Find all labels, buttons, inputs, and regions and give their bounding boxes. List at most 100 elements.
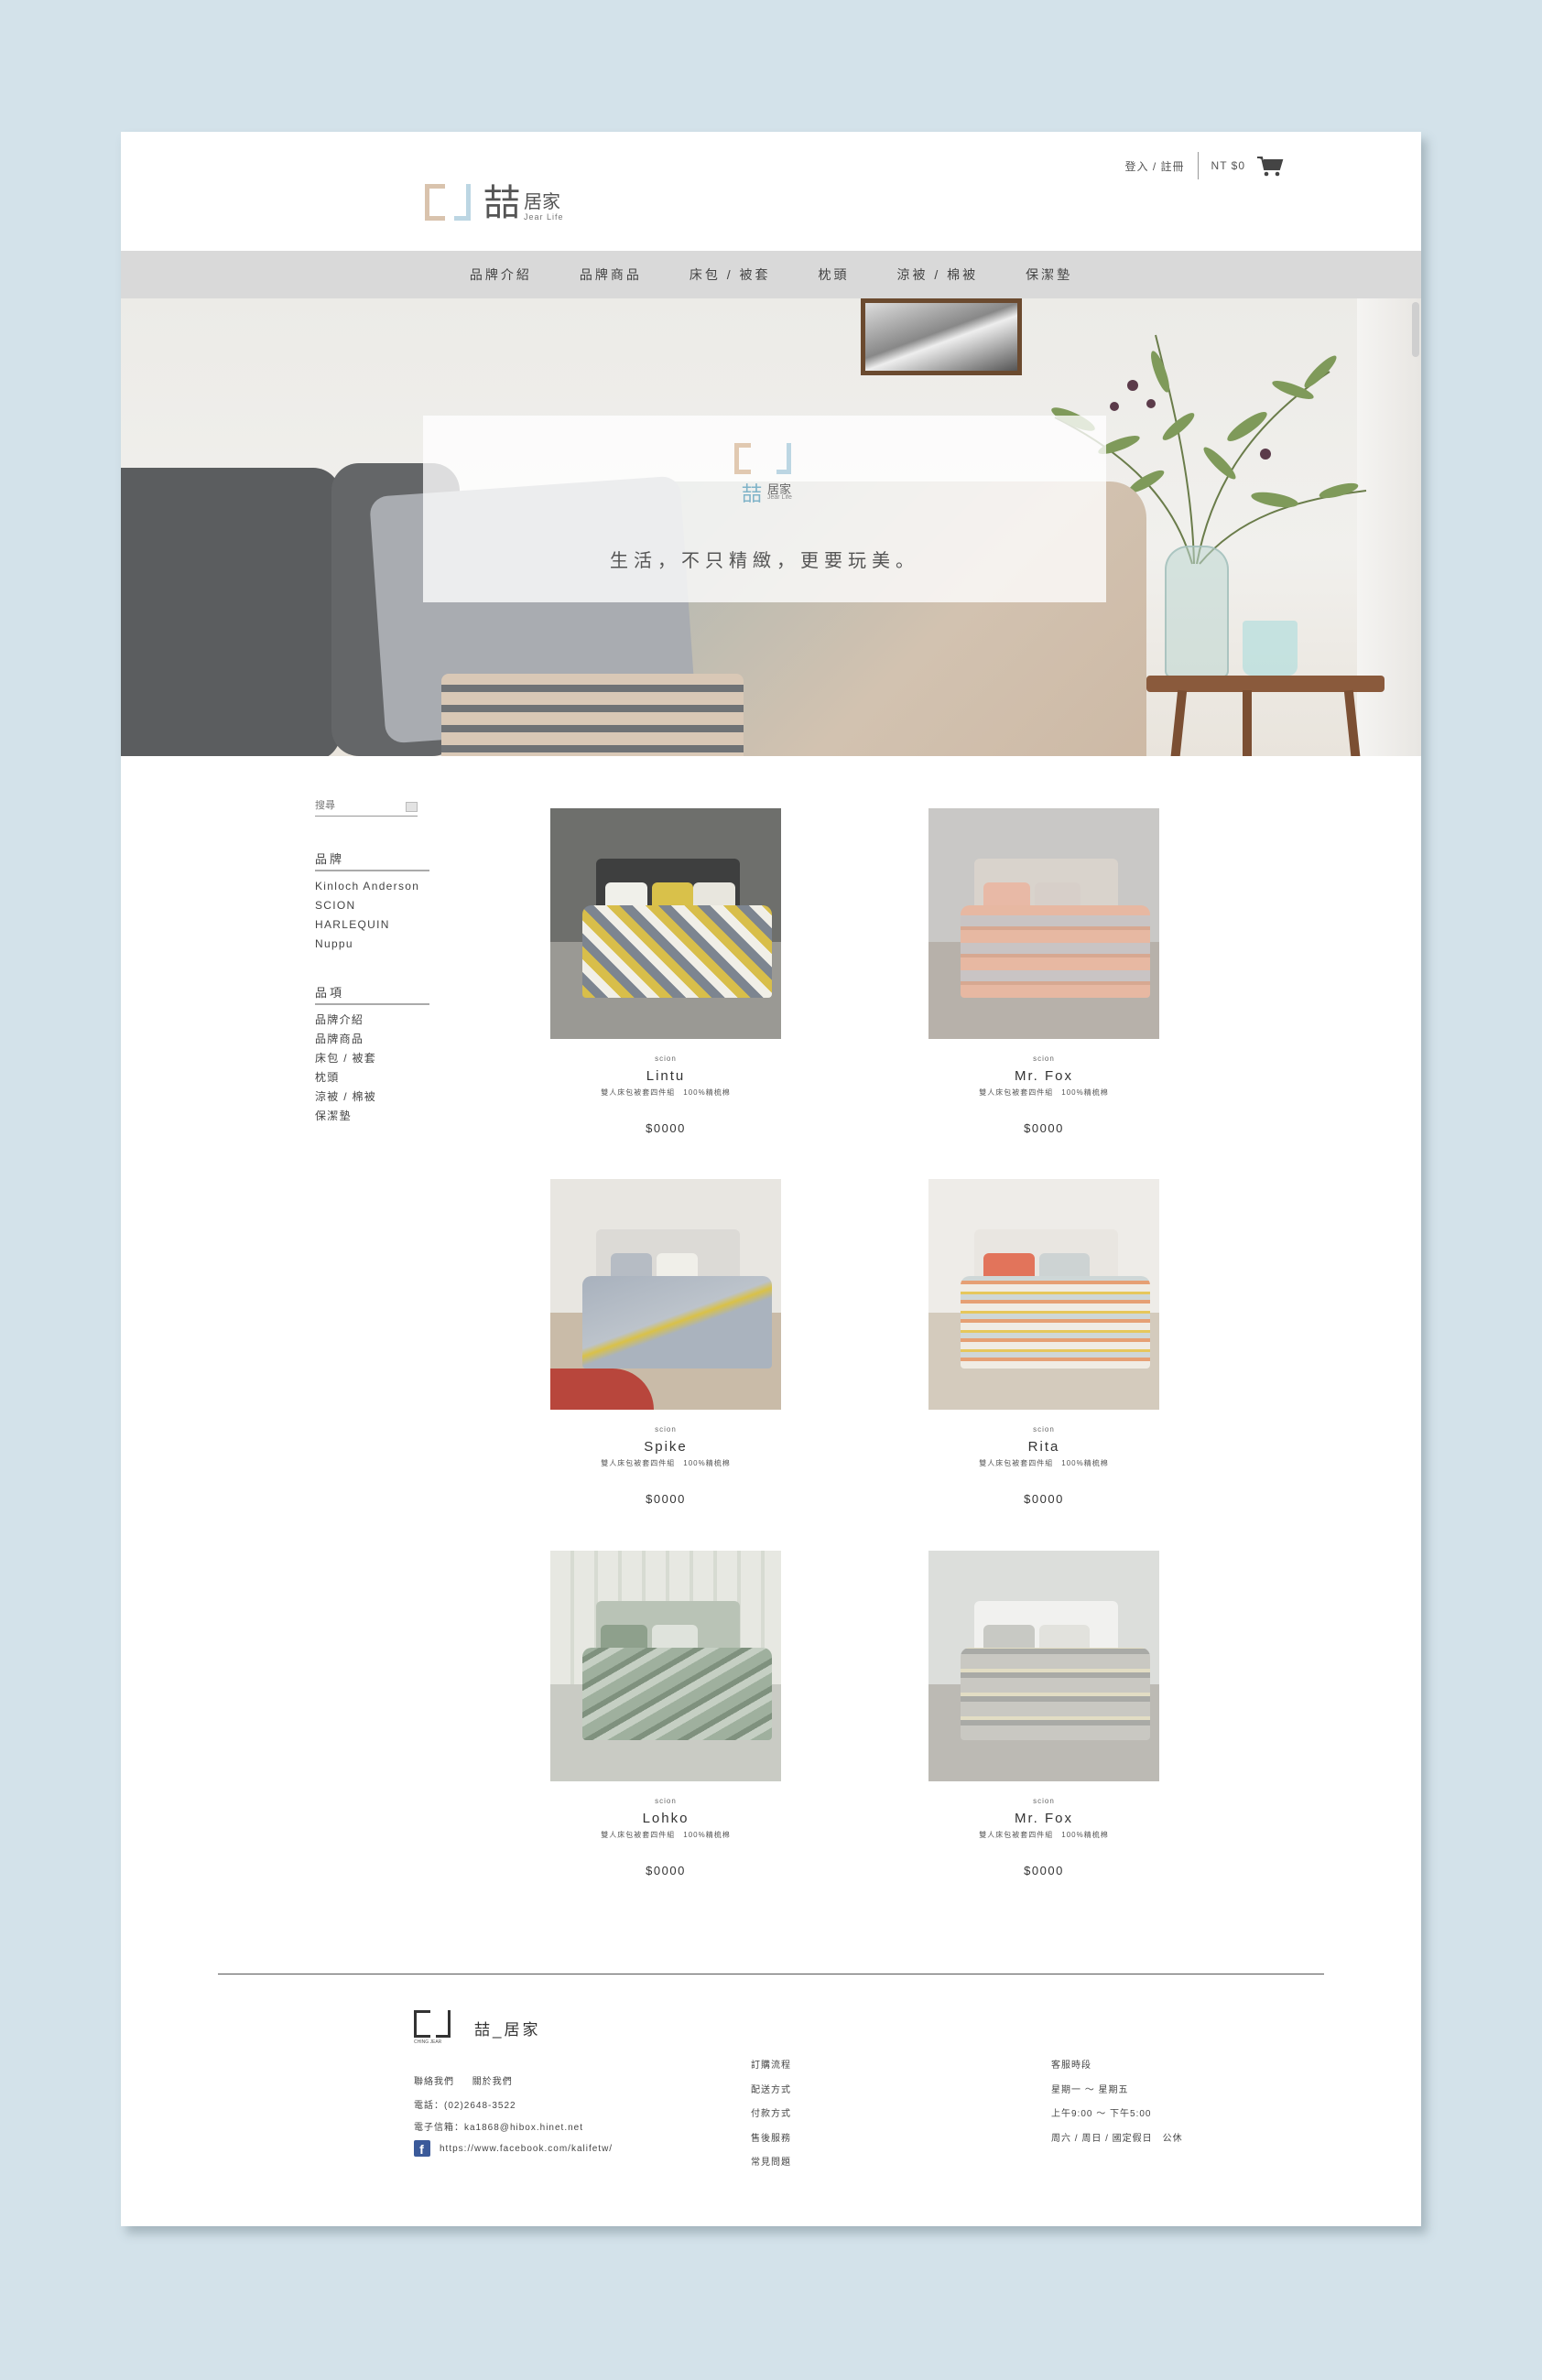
hero-overlay-box: 喆 居家 Jear Life 生活，不只精緻，更要玩美。: [423, 416, 1106, 602]
site-logo[interactable]: 喆 居家 Jear Life: [425, 182, 564, 224]
product-name[interactable]: Lohko: [550, 1811, 781, 1826]
nav-item-pillows[interactable]: 枕頭: [819, 265, 850, 284]
footer-facebook[interactable]: f https://www.facebook.com/kalifetw/: [414, 2140, 613, 2157]
logo-main-text: 喆: [483, 182, 520, 224]
footer-logo-mark-icon: CHING JEAR: [414, 2010, 454, 2045]
product-name[interactable]: Lintu: [550, 1068, 781, 1084]
product-description: 雙人床包被套四件組 100%精梳棉: [601, 1459, 731, 1467]
product-description: 雙人床包被套四件組 100%精梳棉: [601, 1088, 731, 1097]
hero-logo: 喆 居家 Jear Life: [734, 443, 808, 507]
sidebar: 品牌 Kinloch Anderson SCION HARLEQUIN Nupp…: [315, 798, 429, 1126]
footer-facebook-url[interactable]: https://www.facebook.com/kalifetw/: [440, 2144, 613, 2154]
brand-list: Kinloch Anderson SCION HARLEQUIN Nuppu: [315, 877, 429, 954]
footer-contact: 聯絡我們 關於我們 電話：(02)2648-3522 電子信箱：ka1868@h…: [414, 2071, 613, 2157]
footer-link-order-process[interactable]: 訂購流程: [751, 2054, 791, 2079]
product-image[interactable]: [550, 808, 781, 1039]
product-brand: scion: [1033, 1797, 1055, 1805]
product-brand: scion: [655, 1055, 677, 1063]
footer-link-after-sales[interactable]: 售後服務: [751, 2127, 791, 2152]
sidebar-item-brand-products[interactable]: 品牌商品: [315, 1030, 429, 1049]
product-description: 雙人床包被套四件組 100%精梳棉: [979, 1459, 1109, 1467]
product-image[interactable]: [928, 808, 1159, 1039]
sidebar-item-bedding[interactable]: 床包 / 被套: [315, 1049, 429, 1068]
page-container: 喆 居家 Jear Life 登入 / 註冊 NT $0 品牌介紹 品牌商品 床…: [121, 132, 1421, 2226]
footer-link-contact[interactable]: 聯絡我們: [414, 2077, 454, 2087]
hero-folded-blankets: [441, 674, 744, 756]
product-card[interactable]: scion Mr. Fox 雙人床包被套四件組 100%精梳棉 $0000: [928, 808, 1159, 1135]
footer-logo[interactable]: CHING JEAR 喆_居家: [414, 2010, 540, 2045]
product-brand: scion: [1033, 1055, 1055, 1063]
logo-mark-icon: [425, 182, 472, 224]
product-price: $0000: [646, 1864, 686, 1877]
hero-slogan: 生活，不只精緻，更要玩美。: [610, 551, 919, 571]
product-brand: scion: [1033, 1425, 1055, 1433]
product-card[interactable]: scion Lintu 雙人床包被套四件組 100%精梳棉 $0000: [550, 808, 781, 1135]
product-price: $0000: [1024, 1492, 1064, 1506]
sidebar-item-brand-intro[interactable]: 品牌介紹: [315, 1011, 429, 1030]
main-nav: 品牌介紹 品牌商品 床包 / 被套 枕頭 涼被 / 棉被 保潔墊: [121, 251, 1421, 298]
footer-phone: 電話：(02)2648-3522: [414, 2101, 516, 2111]
search-icon[interactable]: [406, 802, 418, 812]
footer-brand: 喆_居家: [474, 2020, 541, 2039]
product-image[interactable]: [928, 1179, 1159, 1410]
product-card[interactable]: scion Lohko 雙人床包被套四件組 100%精梳棉 $0000: [550, 1551, 781, 1877]
product-description: 雙人床包被套四件組 100%精梳棉: [979, 1088, 1109, 1097]
footer-hours-closed: 周六 / 周日 / 國定假日 公休: [1051, 2133, 1183, 2144]
header-divider: [1197, 152, 1199, 179]
sidebar-item-mattress-pad[interactable]: 保潔墊: [315, 1107, 429, 1126]
product-description: 雙人床包被套四件組 100%精梳棉: [601, 1831, 731, 1839]
cart-total: NT $0: [1211, 159, 1245, 172]
cart-icon[interactable]: [1256, 156, 1284, 177]
nav-item-bedding[interactable]: 床包 / 被套: [690, 265, 771, 284]
product-image[interactable]: [550, 1179, 781, 1410]
sidebar-item-kinloch-anderson[interactable]: Kinloch Anderson: [315, 877, 429, 896]
category-heading: 品項: [315, 983, 429, 1005]
sidebar-item-scion[interactable]: SCION: [315, 896, 429, 915]
search-box: [315, 798, 418, 817]
category-list: 品牌介紹 品牌商品 床包 / 被套 枕頭 涼被 / 棉被 保潔墊: [315, 1011, 429, 1126]
brand-heading: 品牌: [315, 849, 429, 871]
footer-link-faq[interactable]: 常見問題: [751, 2151, 791, 2176]
search-input[interactable]: [315, 800, 402, 811]
hero-logo-main: 喆: [742, 483, 763, 506]
sidebar-item-harlequin[interactable]: HARLEQUIN: [315, 915, 429, 935]
logo-en-text: Jear Life: [524, 212, 564, 222]
product-name[interactable]: Mr. Fox: [928, 1068, 1159, 1084]
sidebar-item-pillows[interactable]: 枕頭: [315, 1068, 429, 1087]
footer-hours-weekdays: 星期一 ～ 星期五: [1051, 2084, 1129, 2095]
facebook-icon[interactable]: f: [414, 2140, 430, 2157]
hero-sofa: [121, 468, 341, 756]
footer-email: 電子信箱：ka1868@hibox.hinet.net: [414, 2123, 584, 2133]
footer-link-delivery[interactable]: 配送方式: [751, 2079, 791, 2104]
product-image[interactable]: [928, 1551, 1159, 1781]
product-card[interactable]: scion Rita 雙人床包被套四件組 100%精梳棉 $0000: [928, 1179, 1159, 1506]
footer-hours-title: 客服時段: [1051, 2061, 1091, 2071]
nav-item-mattress-pad[interactable]: 保潔墊: [1026, 265, 1072, 284]
product-price: $0000: [1024, 1121, 1064, 1135]
product-card[interactable]: scion Spike 雙人床包被套四件組 100%精梳棉 $0000: [550, 1179, 781, 1506]
footer-services: 訂購流程 配送方式 付款方式 售後服務 常見問題: [751, 2054, 791, 2176]
footer-link-about[interactable]: 關於我們: [472, 2077, 513, 2087]
footer-hours-time: 上午9:00 ～ 下午5:00: [1051, 2109, 1152, 2119]
nav-item-brand-intro[interactable]: 品牌介紹: [470, 265, 532, 284]
product-brand: scion: [655, 1425, 677, 1433]
product-price: $0000: [646, 1492, 686, 1506]
hero-logo-en: Jear Life: [767, 494, 792, 501]
hero-banner: 喆 居家 Jear Life 生活，不只精緻，更要玩美。: [121, 298, 1421, 756]
product-description: 雙人床包被套四件組 100%精梳棉: [979, 1831, 1109, 1839]
sidebar-item-nuppu[interactable]: Nuppu: [315, 935, 429, 954]
hero-vase: [1165, 546, 1229, 678]
footer-link-payment[interactable]: 付款方式: [751, 2103, 791, 2127]
login-register-link[interactable]: 登入 / 註冊: [1125, 158, 1185, 174]
product-name[interactable]: Spike: [550, 1439, 781, 1455]
product-name[interactable]: Rita: [928, 1439, 1159, 1455]
nav-item-brand-products[interactable]: 品牌商品: [580, 265, 642, 284]
footer-logo-caption: CHING JEAR: [414, 2039, 442, 2045]
product-image[interactable]: [550, 1551, 781, 1781]
nav-item-quilts[interactable]: 涼被 / 棉被: [897, 265, 979, 284]
product-name[interactable]: Mr. Fox: [928, 1811, 1159, 1826]
product-price: $0000: [1024, 1864, 1064, 1877]
product-card[interactable]: scion Mr. Fox 雙人床包被套四件組 100%精梳棉 $0000: [928, 1551, 1159, 1877]
scrollbar-thumb[interactable]: [1412, 302, 1419, 357]
sidebar-item-quilts[interactable]: 涼被 / 棉被: [315, 1087, 429, 1107]
